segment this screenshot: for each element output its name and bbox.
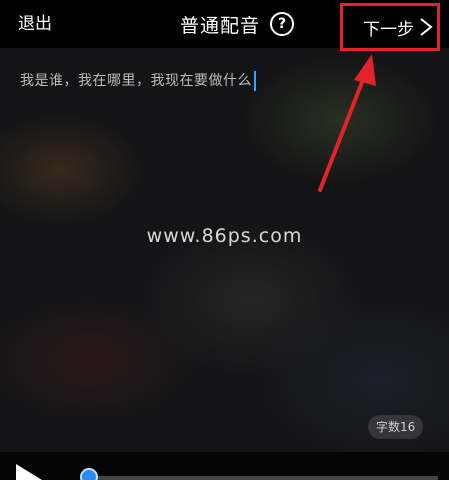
arrow-shaft: [318, 70, 368, 192]
dubbing-text-input[interactable]: 我是谁，我在哪里，我现在要做什么: [20, 70, 256, 92]
help-icon[interactable]: ?: [270, 12, 295, 36]
play-icon[interactable]: [16, 464, 42, 480]
next-step-button[interactable]: 下一步: [340, 3, 440, 51]
watermark: www.86ps.com: [146, 225, 303, 247]
progress-track[interactable]: [88, 476, 438, 480]
char-count-badge: 字数16: [368, 415, 424, 439]
progress-knob[interactable]: [80, 468, 98, 480]
dubbing-text: 我是谁，我在哪里，我现在要做什么: [20, 73, 252, 89]
page-title: 普通配音: [180, 14, 261, 37]
text-cursor: [254, 71, 256, 91]
arrow-head: [354, 54, 376, 86]
chevron-right-icon: [420, 18, 433, 36]
dubbing-screen: 退出 普通配音 ? 下一步 我是谁，我在哪里，我现在要做什么 www.86ps.…: [0, 0, 449, 480]
next-step-label: 下一步: [363, 19, 414, 40]
exit-button[interactable]: 退出: [18, 12, 52, 36]
title-group: 普通配音 ?: [180, 10, 295, 38]
